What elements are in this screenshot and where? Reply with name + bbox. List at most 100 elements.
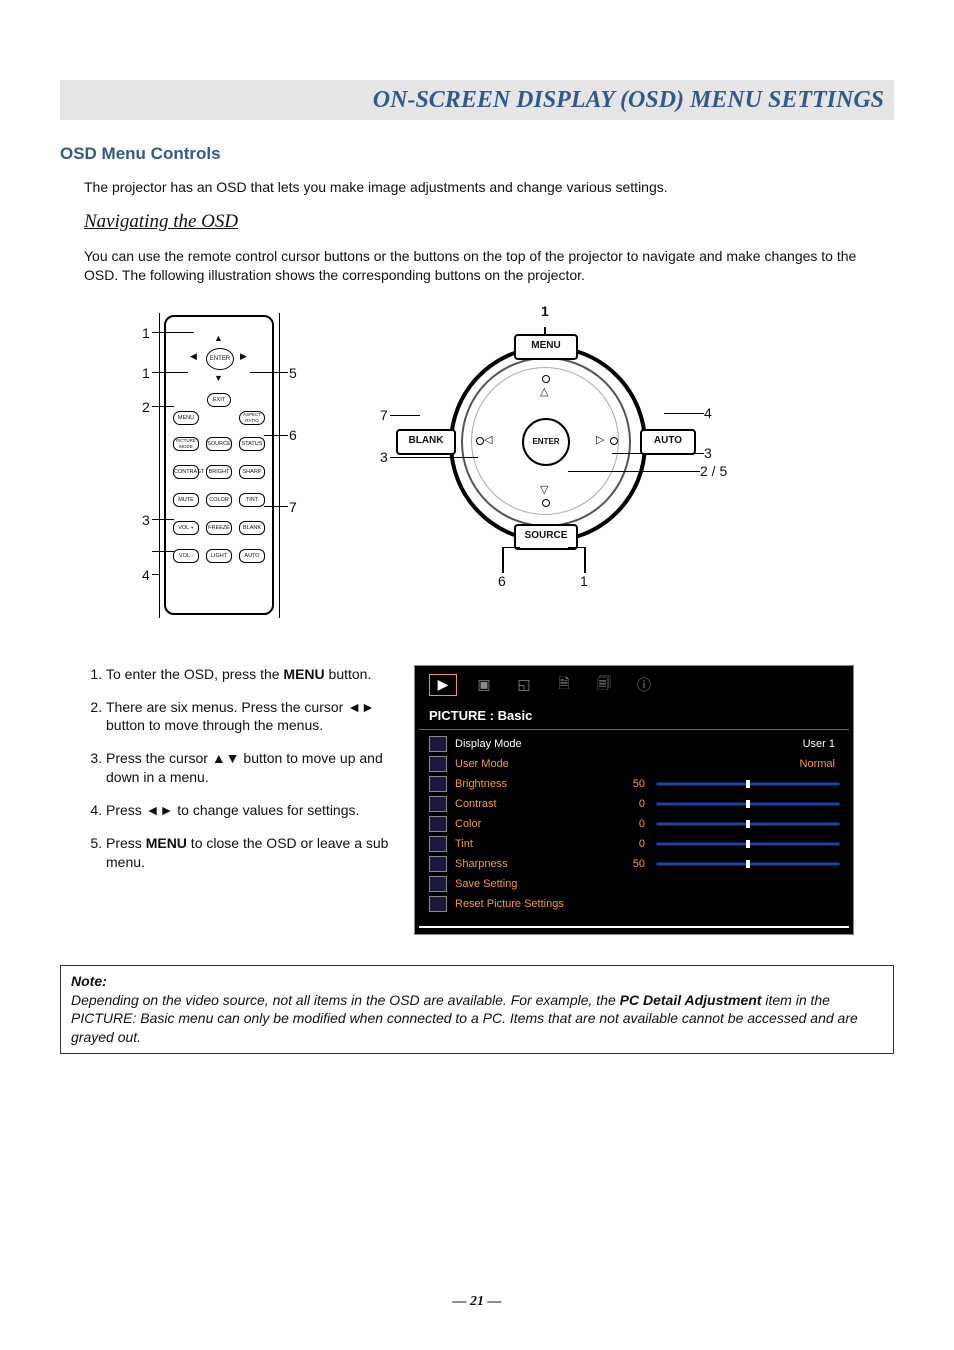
note-bold: PC Detail Adjustment xyxy=(620,992,762,1008)
intro-paragraph: The projector has an OSD that lets you m… xyxy=(60,178,894,197)
remote-enter-button: ENTER xyxy=(206,348,234,370)
callout-6: 6 xyxy=(289,427,297,443)
panel-callout-3-right: 3 xyxy=(704,445,712,461)
osd-list: Display ModeUser 1 User Mode Normal Brightn… xyxy=(415,730,853,918)
osd-tab-3-icon: ◱ xyxy=(511,675,537,695)
panel-menu-tab: MENU xyxy=(514,334,578,360)
step-2: There are six menus. Press the cursor ◄►… xyxy=(106,698,394,736)
steps-and-osd-row: To enter the OSD, press the MENU button.… xyxy=(84,665,894,935)
osd-screenshot: ▶ ▣ ◱ 🗎 🗐 ⓘ PICTURE : Basic Display Mode… xyxy=(414,665,854,935)
osd-slider xyxy=(657,781,839,787)
tint-button: TINT xyxy=(239,493,265,507)
remote-row-3: MUTE COLOR TINT xyxy=(173,493,265,507)
diagram-row: ▲ ▼ ◀ ▶ ENTER EXIT MENU ASPECT RATIO PIC… xyxy=(84,305,894,635)
osd-slider xyxy=(657,801,839,807)
osd-row-label: Brightness xyxy=(455,778,605,790)
osd-row-label: Display Mode xyxy=(455,738,605,750)
osd-row-value: 0 xyxy=(605,818,657,830)
osd-row-label: Save Setting xyxy=(455,878,605,890)
osd-row-icon xyxy=(429,736,447,752)
osd-row: User Mode Normal xyxy=(429,754,839,774)
remote-dpad: ▲ ▼ ◀ ▶ ENTER xyxy=(184,333,254,383)
callout-3: 3 xyxy=(142,512,150,528)
osd-row: Sharpness50 xyxy=(429,854,839,874)
mute-button: MUTE xyxy=(173,493,199,507)
contrast-button: CONTRAST xyxy=(173,465,199,479)
osd-row-icon xyxy=(429,896,447,912)
osd-row: Brightness50 xyxy=(429,774,839,794)
osd-row-label: Contrast xyxy=(455,798,605,810)
osd-row-icon xyxy=(429,836,447,852)
up-arrow-icon: ▲ xyxy=(214,333,223,343)
step-5: Press MENU to close the OSD or leave a s… xyxy=(106,834,394,872)
osd-row-icon xyxy=(429,816,447,832)
color-button: COLOR xyxy=(206,493,232,507)
panel-callout-1-bottom: 1 xyxy=(580,573,588,589)
step-4: Press ◄► to change values for settings. xyxy=(106,801,394,820)
osd-row: Color0 xyxy=(429,814,839,834)
osd-row-value: 50 xyxy=(605,858,657,870)
light-button: LIGHT xyxy=(206,549,232,563)
osd-tab-2-icon: ▣ xyxy=(471,675,497,695)
osd-menu-title: PICTURE : Basic xyxy=(415,704,853,729)
step-1: To enter the OSD, press the MENU button. xyxy=(106,665,394,684)
callout-4: 4 xyxy=(142,567,150,583)
vol-down-button: VOL - xyxy=(173,549,199,563)
osd-row: Contrast0 xyxy=(429,794,839,814)
osd-row-icon xyxy=(429,876,447,892)
remote-row-5: VOL - LIGHT AUTO xyxy=(173,549,265,563)
osd-row-label: Color xyxy=(455,818,605,830)
remote-diagram: ▲ ▼ ◀ ▶ ENTER EXIT MENU ASPECT RATIO PIC… xyxy=(84,305,334,625)
panel-callout-4: 4 xyxy=(704,405,712,421)
sub-heading: Navigating the OSD xyxy=(84,211,894,233)
osd-row-label: Reset Picture Settings xyxy=(455,898,605,910)
osd-slider xyxy=(657,841,839,847)
callout-1: 1 xyxy=(142,325,150,341)
osd-tab-6-icon: ⓘ xyxy=(631,675,657,695)
callout-1b: 1 xyxy=(142,365,150,381)
panel-callout-2-5: 2 / 5 xyxy=(700,463,727,479)
osd-tab-5-icon: 🗐 xyxy=(591,675,617,695)
note-heading: Note: xyxy=(71,972,883,991)
down-arrow-icon: ▼ xyxy=(214,373,223,383)
steps-list: To enter the OSD, press the MENU button.… xyxy=(84,665,394,935)
auto-button: AUTO xyxy=(239,549,265,563)
callout-7: 7 xyxy=(289,499,297,515)
panel-enter-button: ENTER xyxy=(522,418,570,466)
osd-row-icon xyxy=(429,776,447,792)
projector-panel-diagram: MENU BLANK AUTO SOURCE ENTER △ ▽ ◁ ▷ 1 7… xyxy=(354,305,774,635)
title-banner: ON-SCREEN DISPLAY (OSD) MENU SETTINGS xyxy=(60,80,894,120)
osd-tab-4-icon: 🗎 xyxy=(551,675,577,695)
sharp-button: SHARP xyxy=(239,465,265,479)
remote-row-2: CONTRAST BRIGHT SHARP xyxy=(173,465,265,479)
osd-row: Save Setting xyxy=(429,874,839,894)
page-number: — 21 — xyxy=(0,1294,954,1310)
panel-callout-3-left: 3 xyxy=(380,449,388,465)
status-button: STATUS xyxy=(239,437,265,451)
right-arrow-icon: ▶ xyxy=(240,351,247,362)
banner-title: ON-SCREEN DISPLAY (OSD) MENU SETTINGS xyxy=(373,87,884,114)
panel-callout-6: 6 xyxy=(498,573,506,589)
remote-aspect-button: ASPECT RATIO xyxy=(239,411,265,425)
osd-row-label: Sharpness xyxy=(455,858,605,870)
osd-row-value: 0 xyxy=(605,798,657,810)
source-button: SOURCE xyxy=(206,437,232,451)
osd-row-value: Normal xyxy=(800,758,839,770)
panel-callout-1-top: 1 xyxy=(541,303,549,319)
osd-row-value: 0 xyxy=(605,838,657,850)
osd-slider xyxy=(657,821,839,827)
note-box: Note: Depending on the video source, not… xyxy=(60,965,894,1055)
remote-menu-button: MENU xyxy=(173,411,199,425)
osd-row-icon xyxy=(429,756,447,772)
panel-blank-tab: BLANK xyxy=(396,429,456,455)
remote-exit-button: EXIT xyxy=(207,393,231,407)
osd-row-icon xyxy=(429,796,447,812)
blank-button: BLANK xyxy=(239,521,265,535)
osd-row-label: Tint xyxy=(455,838,605,850)
vol-up-button: VOL + xyxy=(173,521,199,535)
osd-row: Display ModeUser 1 xyxy=(429,734,839,754)
panel-auto-tab: AUTO xyxy=(640,429,696,455)
osd-row-label: User Mode xyxy=(455,758,605,770)
osd-slider xyxy=(657,861,839,867)
osd-row: Tint0 xyxy=(429,834,839,854)
